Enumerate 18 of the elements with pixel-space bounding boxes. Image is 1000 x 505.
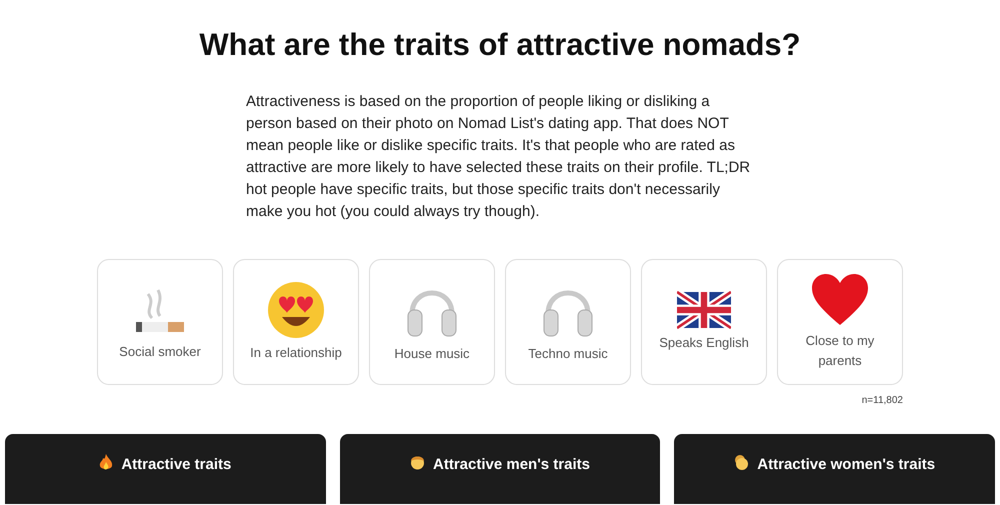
man-face-icon: [410, 454, 426, 470]
section-title: Attractive traits: [121, 454, 232, 474]
trait-label: Close to my parents: [804, 332, 876, 370]
woman-face-icon: [734, 454, 750, 470]
trait-label: In a relationship: [250, 344, 342, 362]
trait-label: House music: [394, 344, 470, 362]
sample-size: n=11,802: [862, 394, 903, 408]
uk-flag-icon: [677, 290, 731, 328]
section-title: Attractive men's traits: [433, 454, 590, 474]
trait-label: Techno music: [528, 344, 608, 362]
heart-eyes-face-icon: [267, 280, 325, 338]
section-title: Attractive women's traits: [757, 454, 936, 474]
trait-label: Social smoker: [119, 342, 201, 360]
fire-icon: [99, 454, 114, 470]
heart-icon: [811, 272, 869, 326]
description-paragraph: Attractiveness is based on the proportion of people liking or disliking a person based on their photo on Nomad List's dating app. That does NOT mean people like or dislike specific traits. It's that people who are rated as attractive are more likely to have selected these traits on their profile. TL;DR hot people have specific traits, but those specific traits don't necessarily make you hot (you could always try though).: [246, 92, 752, 222]
trait-label: Speaks English: [659, 334, 749, 352]
page-title: What are the traits of attractive nomads?: [199, 26, 801, 64]
